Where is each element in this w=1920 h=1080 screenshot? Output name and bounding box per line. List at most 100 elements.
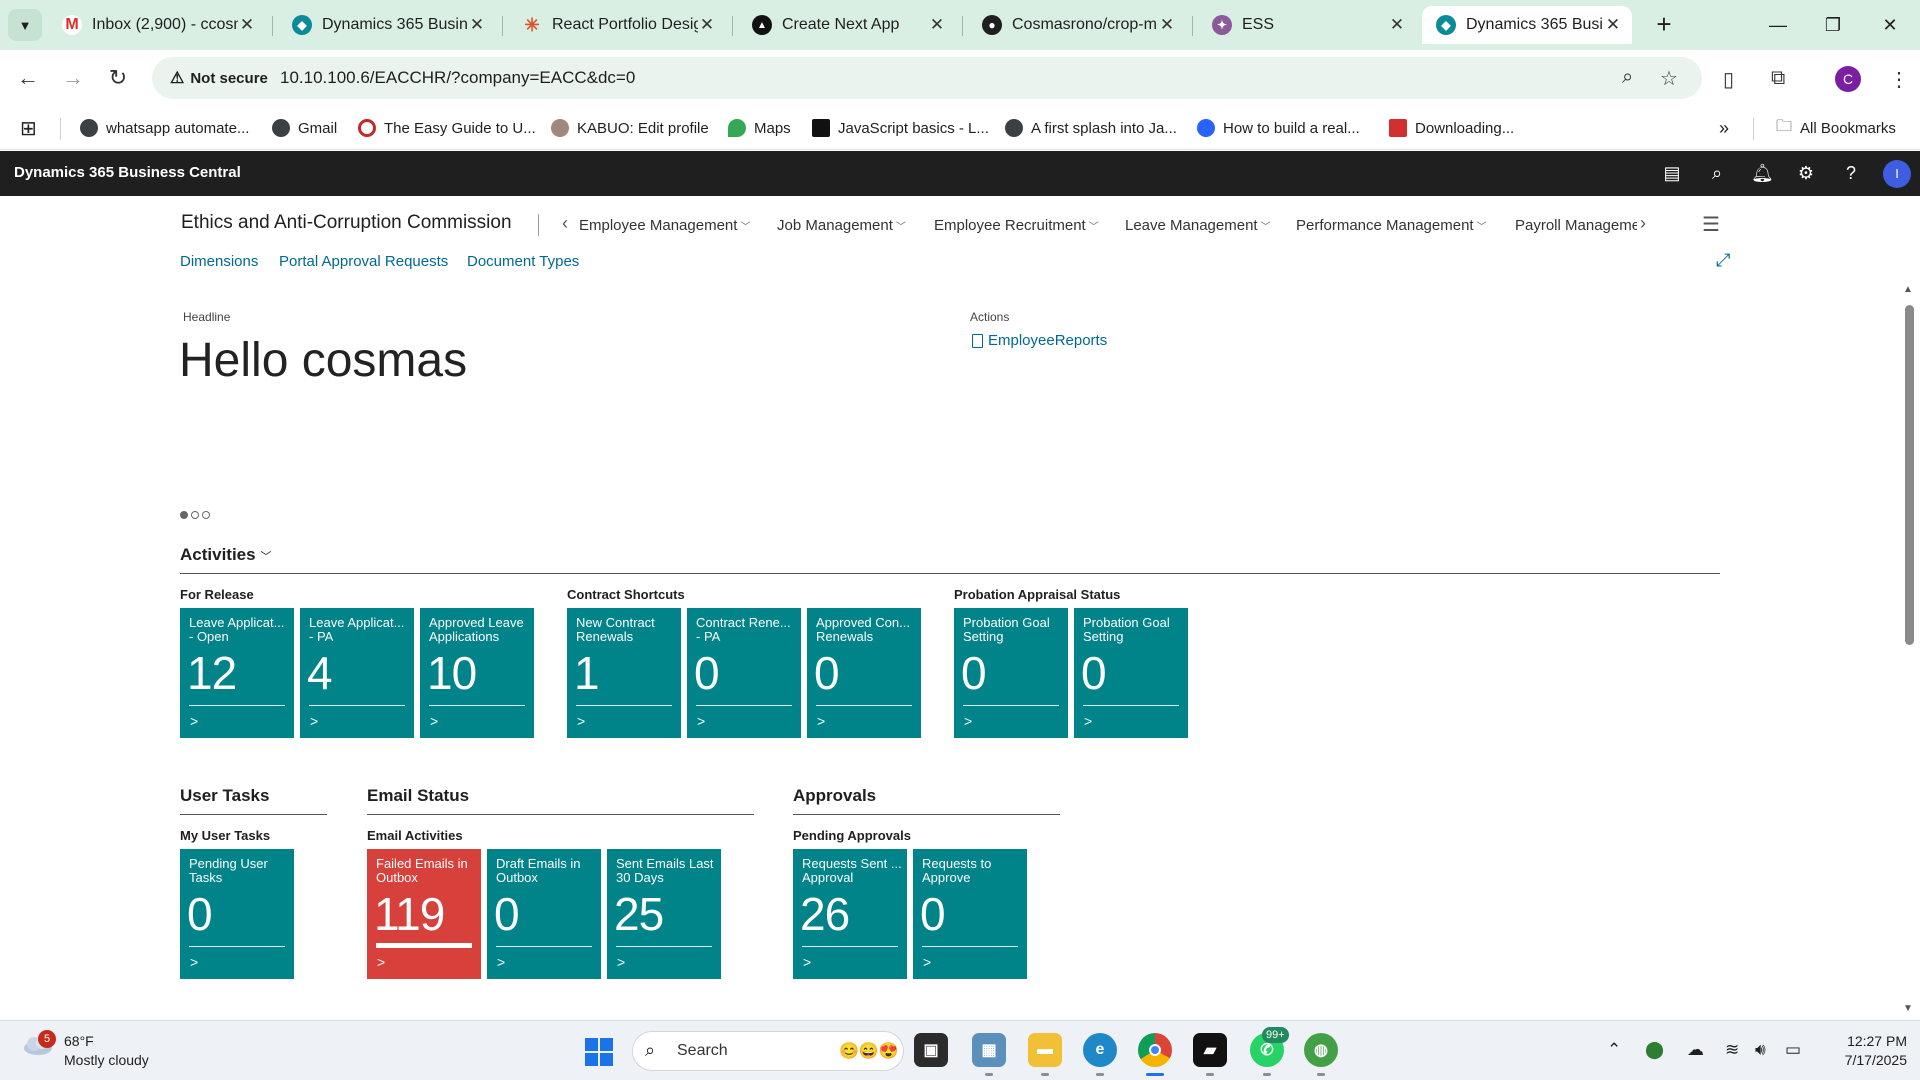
bookmark-gmail[interactable]: Gmail [272,114,337,142]
close-tab-icon[interactable]: ✕ [468,15,486,35]
employee-reports-action[interactable]: EmployeeReports [972,332,1107,349]
search-icon[interactable]: ⌕ [1706,163,1728,184]
cue-tile[interactable]: New Contract Renewals 1 > [567,608,681,738]
nav-scroll-left-icon[interactable]: ‹ [562,213,568,234]
cue-tile[interactable]: Requests Sent ... Approval 26 > [793,849,907,979]
pager-dot[interactable] [191,511,199,519]
cue-tile[interactable]: Sent Emails Last 30 Days 25 > [607,849,721,979]
back-arrow-icon[interactable]: ← [14,64,42,92]
window-close-icon[interactable]: ✕ [1870,10,1910,40]
bookmark-kabuo[interactable]: KABUO: Edit profile [551,114,709,142]
file-manager-icon[interactable]: ▦ [972,1033,1006,1067]
cue-tile[interactable]: Requests to Approve 0 > [913,849,1027,979]
new-tab-button[interactable]: + [1651,10,1677,40]
user-avatar[interactable]: I [1883,160,1911,188]
profile-avatar[interactable]: C [1835,66,1861,92]
cue-tile[interactable]: Draft Emails in Outbox 0 > [487,849,601,979]
taskbar-search[interactable]: ⌕ Search 😊😄😍 [632,1031,904,1071]
bookmark-first-splash[interactable]: A first splash into Ja... [1005,114,1177,142]
browser-tab-next-app[interactable]: ▲ Create Next App ✕ [738,6,956,44]
cue-tile[interactable]: Leave Applicat... - PA 4 > [300,608,414,738]
close-tab-icon[interactable]: ✕ [1158,15,1176,35]
chrome-icon[interactable] [1138,1033,1172,1067]
cue-tile[interactable]: Approved Con... Renewals 0 > [807,608,921,738]
omnibox[interactable]: ⚠ Not secure 10.10.100.6/EACCHR/?company… [152,57,1702,99]
cue-tile[interactable]: Leave Applicat... - Open 12 > [180,608,294,738]
apps-grid-icon[interactable]: ⊞ [20,114,37,142]
scroll-up-icon[interactable]: ▲ [1903,284,1913,295]
nav-payroll-management[interactable]: Payroll Manageme [1515,217,1637,234]
clock-date[interactable]: 7/17/2025 [1822,1052,1907,1068]
link-dimensions[interactable]: Dimensions [180,253,258,270]
link-document-types[interactable]: Document Types [467,253,579,270]
browser-tab-gmail[interactable]: M Inbox (2,900) - ccosm ✕ [48,6,266,44]
cue-tile[interactable]: Pending User Tasks 0 > [180,849,294,979]
link-portal-approval-requests[interactable]: Portal Approval Requests [279,253,448,270]
battery-icon[interactable]: ▭ [1785,1040,1801,1060]
app-title[interactable]: Dynamics 365 Business Central [14,164,241,181]
cue-tile[interactable]: Probation Goal Setting 0 > [1074,608,1188,738]
scroll-down-icon[interactable]: ▼ [1903,1003,1913,1014]
bookmark-downloading[interactable]: Downloading... [1389,114,1514,142]
windows-start-icon[interactable] [585,1038,613,1066]
all-bookmarks[interactable]: 🗀 All Bookmarks [1776,114,1896,142]
weather-temperature[interactable]: 68°F [64,1033,94,1049]
clock-time[interactable]: 12:27 PM [1835,1033,1907,1049]
security-indicator[interactable]: ⚠ Not secure [162,63,280,93]
close-tab-icon[interactable]: ✕ [928,15,946,35]
cue-tile[interactable]: Contract Rene... - PA 0 > [687,608,801,738]
nav-performance-management[interactable]: Performance Management ﹀ [1296,217,1487,234]
vpn-cloud-icon[interactable]: ☁ [1687,1040,1704,1060]
pager-dot[interactable] [180,511,188,519]
pager-dot[interactable] [202,511,210,519]
gear-icon[interactable]: ⚙ [1795,163,1817,184]
extensions-icon[interactable]: ⧉ [1771,67,1785,90]
restore-icon[interactable]: ❐ [1813,10,1853,40]
bell-icon[interactable]: 🔔︎ [1751,163,1774,184]
globe-app-icon[interactable]: ◍ [1304,1033,1338,1067]
folder-icon[interactable]: ▬ [1028,1033,1062,1067]
cue-tile[interactable]: Approved Leave Applications 10 > [420,608,534,738]
minimize-icon[interactable]: — [1758,10,1798,40]
cue-tile[interactable]: Probation Goal Setting 0 > [954,608,1068,738]
scrollbar-thumb[interactable] [1905,305,1914,645]
bookmark-whatsapp-automate[interactable]: whatsapp automate... [80,114,249,142]
document-icon[interactable]: ▤ [1661,163,1683,184]
cue-tile-alert[interactable]: Failed Emails in Outbox 119 > [367,849,481,979]
terminal-app-icon[interactable]: ▰ [1193,1033,1227,1067]
reading-mode-icon[interactable]: ▯ [1723,67,1734,92]
edge-icon[interactable]: e [1083,1033,1117,1067]
browser-tab-ess[interactable]: ✦ ESS ✕ [1198,6,1416,44]
help-icon[interactable]: ? [1840,163,1862,184]
weather-condition[interactable]: Mostly cloudy [64,1052,149,1068]
nav-job-management[interactable]: Job Management ﹀ [777,217,906,234]
task-view-icon[interactable]: ▣ [914,1033,948,1067]
bookmark-build-real[interactable]: How to build a real... [1197,114,1360,142]
reload-icon[interactable]: ↻ [104,64,132,92]
security-shield-icon[interactable]: ⬤ [1645,1040,1664,1060]
close-tab-icon[interactable]: ✕ [238,15,256,35]
hamburger-menu-icon[interactable]: ☰ [1702,212,1720,237]
nav-leave-management[interactable]: Leave Management ﹀ [1125,217,1271,234]
browser-tab-github[interactable]: ● Cosmasrono/crop-m ✕ [968,6,1186,44]
bookmark-javascript-basics[interactable]: JavaScript basics - L... [812,114,989,142]
url-text[interactable]: 10.10.100.6/EACCHR/?company=EACC&dc=0 [280,68,635,88]
browser-tab-dynamics-active[interactable]: ◆ Dynamics 365 Busine ✕ [1422,6,1632,44]
nav-scroll-right-icon[interactable]: › [1640,213,1646,234]
browser-menu-icon[interactable]: ⋮ [1889,67,1909,92]
nav-employee-management[interactable]: Employee Management ﹀ [579,217,750,234]
nav-employee-recruitment[interactable]: Employee Recruitment ﹀ [934,217,1099,234]
browser-tab-dynamics[interactable]: ◆ Dynamics 365 Busine ✕ [278,6,496,44]
zoom-icon[interactable]: ⌕ [1622,66,1633,89]
tray-overflow-chevron-icon[interactable]: ⌃ [1607,1040,1621,1060]
wifi-icon[interactable]: ≋ [1725,1040,1739,1060]
forward-arrow-icon[interactable]: → [59,64,87,92]
bookmark-maps[interactable]: Maps [728,114,791,142]
close-tab-icon[interactable]: ✕ [1604,15,1622,35]
tab-search-chevron-icon[interactable]: ▼ [8,9,42,41]
more-bookmarks-icon[interactable]: » [1719,114,1729,142]
bookmark-easy-guide[interactable]: The Easy Guide to U... [358,114,536,142]
bookmark-star-icon[interactable]: ☆ [1660,66,1678,91]
volume-icon[interactable]: 🔊︎ [1755,1040,1766,1060]
activities-header[interactable]: Activities ﹀ [180,545,271,565]
